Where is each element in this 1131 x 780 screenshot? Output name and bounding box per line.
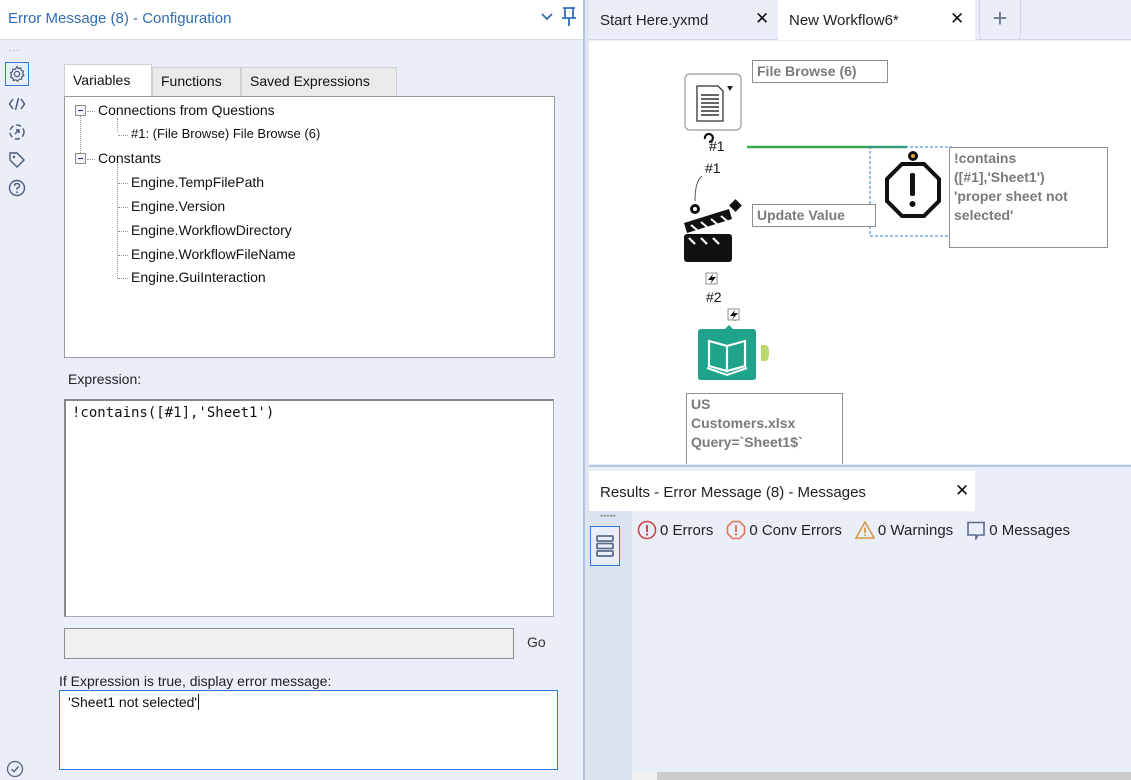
tab-label: Start Here.yxmd xyxy=(600,12,709,29)
error-message-value: 'Sheet1 not selected' xyxy=(68,694,198,710)
connection-label: #2 xyxy=(706,289,722,305)
horizontal-scrollbar[interactable] xyxy=(632,772,1131,780)
tab-functions[interactable]: Functions xyxy=(152,67,241,97)
grip-handle[interactable]: ... xyxy=(9,44,20,54)
results-view-toggle[interactable] xyxy=(590,526,620,566)
error-message-label: If Expression is true, display error mes… xyxy=(59,673,332,689)
scroll-left-button[interactable] xyxy=(632,772,657,780)
expand-toggle[interactable] xyxy=(75,105,86,116)
variables-tree: Connections from Questions #1: (File Bro… xyxy=(64,96,555,358)
question-connection xyxy=(694,175,703,202)
error-message-input[interactable]: 'Sheet1 not selected' xyxy=(59,690,558,770)
action-tool[interactable] xyxy=(684,199,742,262)
annotation-input-data: US Customers.xlsx Query=`Sheet1$` xyxy=(686,393,843,464)
tree-group-connections[interactable]: Connections from Questions xyxy=(98,102,275,118)
annotation-line: US xyxy=(691,396,711,412)
filter-messages[interactable]: 0 Messages xyxy=(966,520,1070,540)
filter-conv-errors[interactable]: 0 Conv Errors xyxy=(726,520,842,540)
annotation-update-value: Update Value xyxy=(752,204,876,227)
results-tabbar: Results - Error Message (8) - Messages ✕ xyxy=(589,465,1131,511)
event-anchor-icon xyxy=(705,272,718,285)
message-filters: 0 Errors 0 Conv Errors 0 Warnings 0 Mess… xyxy=(637,518,1083,542)
help-button[interactable] xyxy=(5,176,29,200)
tab-new-workflow6[interactable]: New Workflow6* ✕ xyxy=(778,0,975,40)
tree-item[interactable]: Engine.Version xyxy=(131,198,225,214)
tree-group-constants[interactable]: Constants xyxy=(98,150,161,166)
filter-label: 0 Messages xyxy=(989,521,1071,539)
input-data-tool[interactable] xyxy=(698,325,769,380)
file-browse-tool[interactable] xyxy=(684,73,742,144)
pin-icon[interactable] xyxy=(561,6,577,28)
expression-label: Expression: xyxy=(68,371,142,387)
annotation-line: Query=`Sheet1$` xyxy=(691,434,803,450)
conv-error-icon xyxy=(727,520,746,540)
filter-errors[interactable]: 0 Errors xyxy=(637,520,713,540)
error-icon xyxy=(637,520,657,540)
annotation-icon xyxy=(9,124,25,140)
expand-toggle[interactable] xyxy=(75,153,86,164)
error-message-tool[interactable] xyxy=(885,151,941,218)
go-input[interactable] xyxy=(64,628,514,659)
grip-handle[interactable]: ••••• xyxy=(600,511,616,521)
tag-button[interactable] xyxy=(5,148,29,172)
list-view-icon xyxy=(596,535,614,557)
output-anchor xyxy=(761,345,769,361)
connection-label: #1 xyxy=(709,138,725,154)
tab-saved-expressions[interactable]: Saved Expressions xyxy=(241,67,397,97)
workflow-tabbar: Start Here.yxmd ✕ New Workflow6* ✕ xyxy=(589,0,1131,40)
tab-start-here[interactable]: Start Here.yxmd ✕ xyxy=(589,0,778,40)
configuration-panel: Error Message (8) - Configuration ... Va… xyxy=(0,0,583,780)
new-tab-button[interactable]: + xyxy=(979,0,1021,40)
results-messages-area xyxy=(632,511,1131,773)
annotation-line: ([#1],'Sheet1') xyxy=(954,169,1045,185)
panel-title: Error Message (8) - Configuration xyxy=(8,10,232,27)
annotation-line: selected' xyxy=(954,207,1014,223)
close-icon[interactable]: ✕ xyxy=(755,9,769,29)
configuration-gear-button[interactable] xyxy=(5,62,29,86)
annotation-line: !contains xyxy=(954,150,1017,166)
tree-item[interactable]: Engine.WorkflowFileName xyxy=(131,246,296,262)
code-view-button[interactable] xyxy=(5,92,29,116)
annotation-button[interactable] xyxy=(5,120,29,144)
workflow-canvas[interactable]: File Browse (6) Update Value !contains (… xyxy=(589,41,1131,464)
chevron-down-icon[interactable] xyxy=(540,9,554,25)
text-caret xyxy=(198,694,200,710)
message-icon xyxy=(967,521,985,540)
annotation-line: 'proper sheet not xyxy=(954,188,1068,204)
filter-label: 0 Warnings xyxy=(877,521,954,539)
annotation-file-browse: File Browse (6) xyxy=(752,60,888,83)
annotation-line: Customers.xlsx xyxy=(691,415,796,431)
tab-variables[interactable]: Variables xyxy=(64,64,152,97)
warning-icon xyxy=(854,520,875,539)
check-circle-icon[interactable] xyxy=(6,760,24,778)
filter-warnings[interactable]: 0 Warnings xyxy=(854,520,954,540)
filter-label: 0 Errors xyxy=(660,521,714,539)
help-icon xyxy=(8,179,26,197)
canvas-drawing xyxy=(684,73,953,380)
annotation-error-message: !contains ([#1],'Sheet1') 'proper sheet … xyxy=(949,147,1108,248)
tab-label: New Workflow6* xyxy=(789,12,899,29)
connection-label: #1 xyxy=(705,160,721,176)
event-anchor-icon xyxy=(727,308,740,321)
close-icon[interactable]: ✕ xyxy=(950,9,964,29)
filter-label: 0 Conv Errors xyxy=(749,521,842,539)
code-icon xyxy=(8,97,26,111)
tab-results-messages[interactable]: Results - Error Message (8) - Messages ✕ xyxy=(589,471,975,511)
tree-item[interactable]: #1: (File Browse) File Browse (6) xyxy=(131,126,320,141)
tree-item[interactable]: Engine.TempFilePath xyxy=(131,174,264,190)
gear-icon xyxy=(9,65,25,83)
configuration-header: Error Message (8) - Configuration xyxy=(0,0,583,40)
go-button[interactable]: Go xyxy=(527,634,546,650)
tag-icon xyxy=(9,152,25,168)
tree-item[interactable]: Engine.GuiInteraction xyxy=(131,269,266,285)
close-icon[interactable]: ✕ xyxy=(955,481,969,501)
expression-editor[interactable]: !contains([#1],'Sheet1') xyxy=(64,399,554,617)
tab-label: Results - Error Message (8) - Messages xyxy=(600,484,866,501)
tree-item[interactable]: Engine.WorkflowDirectory xyxy=(131,222,292,238)
